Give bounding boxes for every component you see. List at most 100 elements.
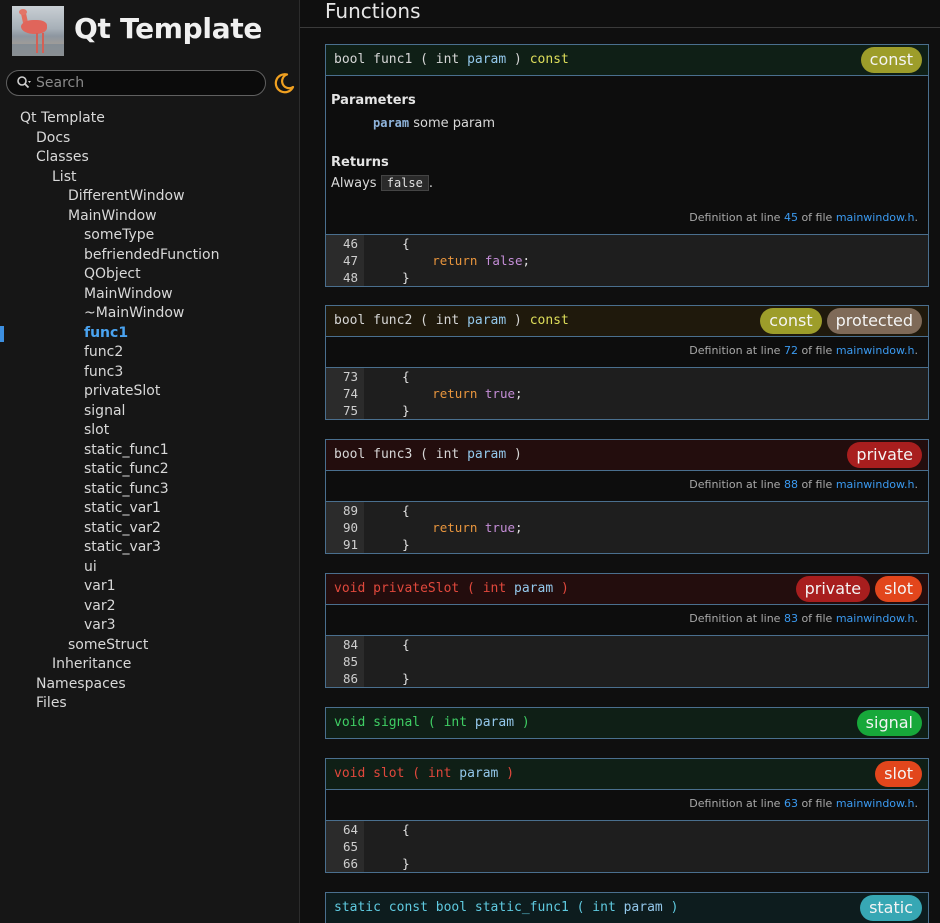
definition-file-link[interactable]: mainwindow.h [836,478,915,491]
nav-item-static-var3[interactable]: static_var3 [0,538,299,558]
definition-line-link[interactable]: 88 [784,478,798,491]
def-suffix: . [914,478,919,491]
code-line: 91 } [326,536,928,553]
const-qualifier: const [529,313,569,328]
def-of-file: of file [801,797,833,810]
nav-item-static-func1[interactable]: static_func1 [0,441,299,461]
definition-line-link[interactable]: 83 [784,612,798,625]
line-number: 46 [326,235,364,252]
line-number: 84 [326,636,364,653]
moon-icon[interactable] [273,72,295,94]
nav-item-mainwindow[interactable]: MainWindow [0,285,299,305]
nav-item-classes[interactable]: Classes [0,148,299,168]
line-text: { [372,637,410,652]
search-box[interactable] [6,70,266,96]
nav-item-sometype[interactable]: someType [0,226,299,246]
nav-item-label: static_func2 [84,461,169,477]
return-type: bool [334,447,366,462]
nav-item-ui[interactable]: ui [0,558,299,578]
nav-item-namespaces[interactable]: Namespaces [0,675,299,695]
def-prefix: Definition at line [689,211,781,224]
section-title: Functions [325,0,421,23]
nav-item-slot[interactable]: slot [0,421,299,441]
nav-item-docs[interactable]: Docs [0,129,299,149]
code-line: 48 } [326,269,928,286]
flamingo-logo[interactable] [12,6,64,56]
nav-item-mainwindow[interactable]: MainWindow [0,207,299,227]
nav-item-inheritance[interactable]: Inheritance [0,655,299,675]
nav-item-var1[interactable]: var1 [0,577,299,597]
code-block: 46 {47 return false; 48 } [326,234,928,286]
member-func3: bool func3 ( int param ) private Definitio… [325,439,929,554]
nav-item-label: List [52,168,77,185]
return-type: bool [334,313,366,328]
nav-item-privateslot[interactable]: privateSlot [0,382,299,402]
nav-item-func1[interactable]: func1 [0,324,299,344]
nav-item-befriendedfunction[interactable]: befriendedFunction [0,246,299,266]
nav-item-var3[interactable]: var3 [0,616,299,636]
definition-line-link[interactable]: 45 [784,211,798,224]
nav-item-var2[interactable]: var2 [0,597,299,617]
param-type: int [482,581,507,596]
static-badge: static [860,895,922,921]
definition-file-link[interactable]: mainwindow.h [836,612,915,625]
nav-item-label: static_var2 [84,519,161,536]
def-of-file: of file [801,211,833,224]
return-type: bool [334,52,366,67]
section-divider [300,27,940,28]
protected-badge: protected [826,308,922,334]
line-number-text: 90 [342,520,358,535]
member-prototype: bool func3 ( int param ) private [326,440,928,471]
def-of-file: of file [801,478,833,491]
search-input[interactable] [36,73,256,93]
definition-line-link[interactable]: 72 [784,344,798,357]
nav-item-label: Qt Template [20,110,105,126]
code-line: 89 { [326,502,928,519]
nav-item--mainwindow[interactable]: ~MainWindow [0,304,299,324]
nav-item-differentwindow[interactable]: DifferentWindow [0,187,299,207]
parameter-name: param [373,116,410,130]
definition-line-link[interactable]: 63 [784,797,798,810]
definition-file-link[interactable]: mainwindow.h [836,211,915,224]
def-suffix: . [914,344,919,357]
private-badge: private [795,576,871,602]
nav-item-qobject[interactable]: QObject [0,265,299,285]
nav-item-func3[interactable]: func3 [0,363,299,383]
nav-item-static-var2[interactable]: static_var2 [0,519,299,539]
nav-item-static-var1[interactable]: static_var1 [0,499,299,519]
nav-item-list[interactable]: List [0,168,299,188]
code-line: 75 } [326,402,928,419]
nav-item-signal[interactable]: signal [0,402,299,422]
nav-item-static-func2[interactable]: static_func2 [0,460,299,480]
nav-item-label: ui [84,558,97,575]
nav-item-qt-template[interactable]: Qt Template [0,109,299,129]
nav-item-label: var2 [84,597,116,614]
definition-file-link[interactable]: mainwindow.h [836,344,915,357]
badge-group: private slot [795,576,922,602]
def-of-file: of file [801,612,833,625]
line-number: 86 [326,670,364,687]
nav-item-static-func3[interactable]: static_func3 [0,480,299,500]
nav-item-label: static_func3 [84,480,169,497]
line-number: 66 [326,855,364,872]
function-name: func3 [373,447,413,462]
param-name: param [459,766,499,781]
line-number-text: 75 [342,403,358,418]
def-suffix: . [914,211,919,224]
nav-item-label: Namespaces [36,675,126,692]
nav-item-func2[interactable]: func2 [0,343,299,363]
nav-item-label: someStruct [68,636,149,653]
nav-item-label: static_var1 [84,500,161,516]
const-qualifier: const [529,52,569,67]
nav-item-files[interactable]: Files [0,694,299,714]
nav-item-label: ~MainWindow [84,305,185,321]
nav-item-somestruct[interactable]: someStruct [0,636,299,656]
def-of-file: of file [801,344,833,357]
search-icon[interactable] [16,75,32,91]
code-line: 85 [326,653,928,670]
definition-file-link[interactable]: mainwindow.h [836,797,915,810]
app-title[interactable]: Qt Template [74,12,262,45]
definition-line: Definition at line 83 of file mainwindow… [689,612,918,625]
code-line: 65 [326,838,928,855]
function-name: signal [373,715,421,730]
